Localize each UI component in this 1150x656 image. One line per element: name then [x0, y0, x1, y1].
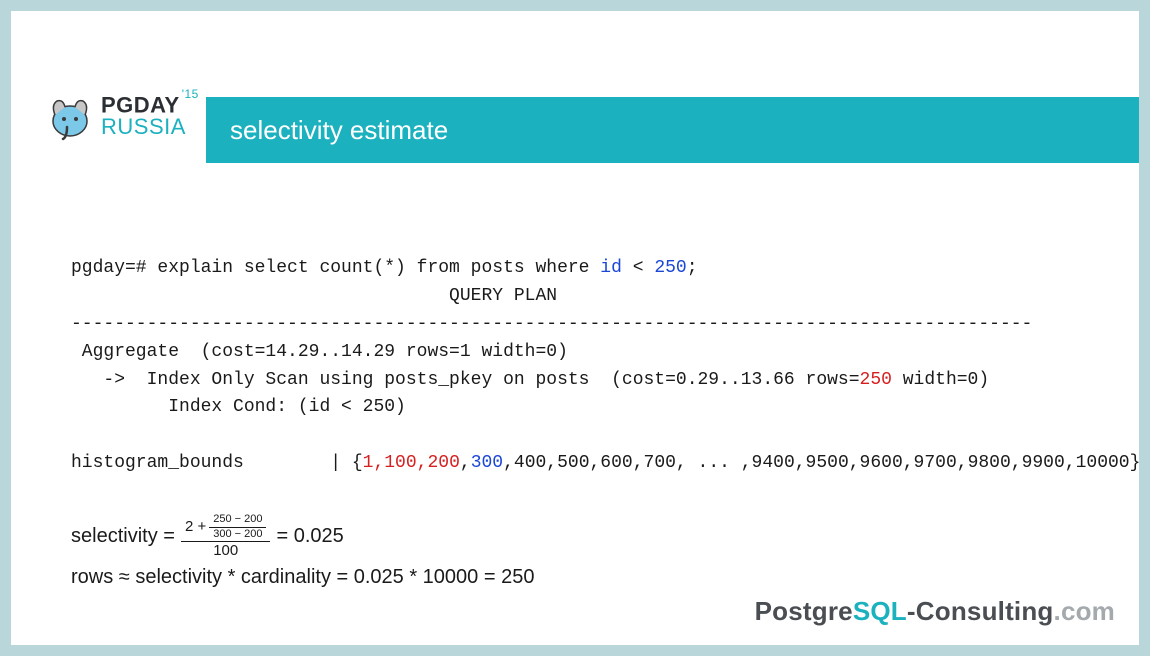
- inner-num: 250 − 200: [209, 514, 266, 528]
- logo-line2: RUSSIA: [101, 116, 199, 138]
- frac-prefix: 2 +: [185, 519, 206, 536]
- title-bar: selectivity estimate: [206, 97, 1139, 163]
- plan-cond: Index Cond: (id < 250): [71, 397, 406, 417]
- logo-year: '15: [182, 87, 199, 101]
- event-logo: PGDAY'15 RUSSIA: [47, 91, 199, 141]
- formula-block: selectivity = 2 + 250 − 200 300 − 200 10…: [71, 514, 534, 595]
- code-block: pgday=# explain select count(*) from pos…: [71, 255, 1079, 478]
- inner-den: 300 − 200: [209, 528, 266, 541]
- hist-red: 1,100,200: [363, 453, 460, 473]
- selectivity-formula: selectivity = 2 + 250 − 200 300 − 200 10…: [71, 514, 534, 560]
- plan-rows: 250: [860, 370, 892, 390]
- footer-d: .com: [1054, 596, 1115, 626]
- plan-aggregate: Aggregate (cost=14.29..14.29 rows=1 widt…: [71, 342, 568, 362]
- slide: PGDAY'15 RUSSIA selectivity estimate pgd…: [11, 11, 1139, 645]
- sel-result: = 0.025: [276, 525, 343, 548]
- sql-op: <: [622, 258, 654, 278]
- elephant-icon: [47, 91, 93, 141]
- slide-title: selectivity estimate: [230, 115, 448, 146]
- rows-line: rows ≈ selectivity * cardinality = 0.025…: [71, 566, 534, 589]
- plan-heading: QUERY PLAN: [71, 286, 557, 306]
- inner-fraction: 250 − 200 300 − 200: [209, 514, 266, 540]
- sql-suffix: ;: [687, 258, 698, 278]
- hist-rest: ,400,500,600,700, ... ,9400,9500,9600,97…: [503, 453, 1140, 473]
- footer-brand: PostgreSQL-Consulting.com: [755, 596, 1115, 627]
- logo-line1: PGDAY'15: [101, 94, 199, 116]
- outer-fraction: 2 + 250 − 200 300 − 200 100: [181, 514, 271, 560]
- sql-col: id: [600, 258, 622, 278]
- rows-formula: rows ≈ selectivity * cardinality = 0.025…: [71, 566, 534, 589]
- sel-label: selectivity =: [71, 525, 175, 548]
- outer-den: 100: [209, 542, 242, 560]
- footer-c: -Consulting: [907, 596, 1054, 626]
- hist-comma: ,: [460, 453, 471, 473]
- plan-scan-b: width=0): [892, 370, 989, 390]
- hist-label: histogram_bounds | {: [71, 453, 363, 473]
- hist-blue: 300: [471, 453, 503, 473]
- footer-a: Postgre: [755, 596, 853, 626]
- plan-scan-a: -> Index Only Scan using posts_pkey on p…: [71, 370, 860, 390]
- plan-sep: ----------------------------------------…: [71, 314, 1032, 334]
- sql-val: 250: [654, 258, 686, 278]
- sql-prompt: pgday=# explain select count(*) from pos…: [71, 258, 600, 278]
- footer-b: SQL: [853, 596, 907, 626]
